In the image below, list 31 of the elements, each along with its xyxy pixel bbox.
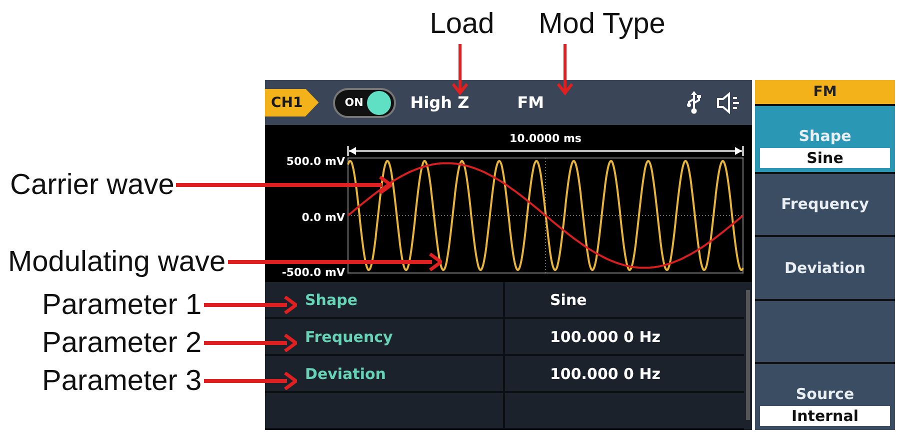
- parameter-value[interactable]: 100.000 0 Hz: [505, 356, 660, 391]
- timebase-label: 10.0000 ms: [510, 132, 582, 146]
- menu-button[interactable]: Deviation: [755, 237, 895, 299]
- leader-arrow: [557, 44, 573, 96]
- axis-label: 500.0 mV: [286, 155, 345, 169]
- parameter-name[interactable]: Shape: [265, 282, 505, 317]
- annotation-label: Load: [430, 7, 494, 42]
- menu-button[interactable]: Source Internal: [755, 364, 895, 430]
- mod-type-label: FM: [517, 93, 544, 112]
- menu-button[interactable]: Frequency: [755, 174, 895, 236]
- annotation-label: Parameter 2: [42, 326, 202, 361]
- menu-title: FM: [755, 80, 895, 104]
- parameter-value[interactable]: Sine: [505, 282, 587, 317]
- parameter-name[interactable]: Frequency: [265, 319, 505, 354]
- parameter-name[interactable]: Deviation: [265, 356, 505, 391]
- channel-badge: CH1: [265, 88, 319, 116]
- usb-icon: [686, 90, 702, 114]
- annotation-label: Parameter 1: [42, 288, 202, 323]
- parameter-value[interactable]: 100.000 0 Hz: [505, 319, 660, 354]
- menu-button[interactable]: Shape Sine: [755, 106, 895, 172]
- leader-arrow: [452, 44, 468, 96]
- load-label: High Z: [410, 93, 470, 112]
- annotation-label: Carrier wave: [10, 168, 174, 203]
- scrollbar[interactable]: [746, 290, 750, 420]
- speaker-icon: [716, 92, 742, 114]
- annotation-label: Parameter 3: [42, 364, 202, 399]
- output-toggle[interactable]: ON: [332, 88, 396, 118]
- annotation-label: Mod Type: [538, 7, 666, 42]
- annotation-label: Modulating wave: [8, 245, 226, 280]
- axis-label: 0.0 mV: [302, 210, 345, 224]
- axis-label: -500.0 mV: [282, 266, 345, 280]
